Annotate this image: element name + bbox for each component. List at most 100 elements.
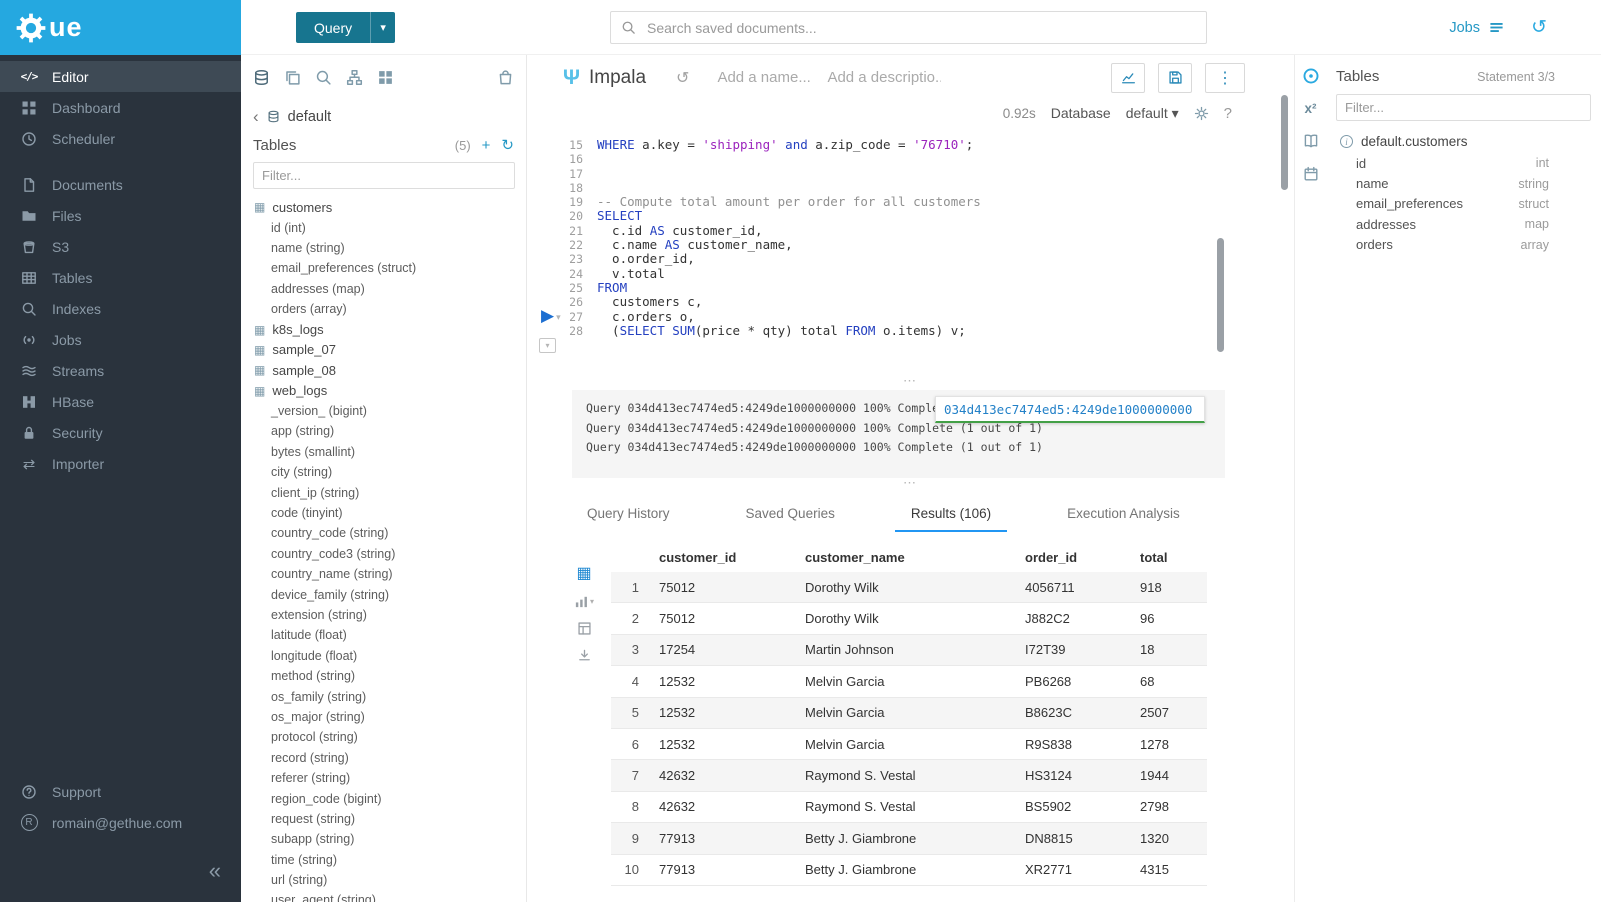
assist-table-item[interactable]: ▦sample_08 bbox=[241, 360, 526, 380]
assist-filter-input[interactable] bbox=[253, 162, 515, 189]
sitemap-source-icon[interactable] bbox=[346, 69, 363, 86]
job-id-tooltip[interactable]: 034d413ec7474ed5:4249de1000000000 bbox=[935, 396, 1205, 423]
assist-column-item[interactable]: code (tinyint) bbox=[241, 503, 526, 523]
result-column-header[interactable]: customer_name bbox=[793, 550, 1013, 565]
assist-column-item[interactable]: region_code (bigint) bbox=[241, 788, 526, 808]
add-table-icon[interactable]: + bbox=[482, 138, 491, 153]
sidebar-item-importer[interactable]: ⇄Importer bbox=[0, 448, 241, 479]
hue-logo[interactable]: ue bbox=[0, 0, 241, 55]
assist-column-item[interactable]: time (string) bbox=[241, 850, 526, 870]
assist-column-item[interactable]: protocol (string) bbox=[241, 727, 526, 747]
sidebar-item-indexes[interactable]: Indexes bbox=[0, 293, 241, 324]
assist-column-item[interactable]: addresses (map) bbox=[241, 279, 526, 299]
search-source-icon[interactable] bbox=[315, 69, 332, 86]
assist-column-item[interactable]: subapp (string) bbox=[241, 829, 526, 849]
documents-source-icon[interactable] bbox=[284, 69, 301, 86]
chart-view-icon[interactable]: ▾ bbox=[574, 594, 594, 609]
assist-table-item[interactable]: ▦web_logs bbox=[241, 381, 526, 401]
chart-button[interactable] bbox=[1111, 63, 1145, 93]
language-reference-icon[interactable] bbox=[1303, 133, 1319, 149]
sidebar-item-dashboard[interactable]: Dashboard bbox=[0, 92, 241, 123]
sidebar-item-files[interactable]: Files bbox=[0, 200, 241, 231]
help-icon[interactable]: ? bbox=[1224, 105, 1232, 122]
more-actions-button[interactable]: ⋮ bbox=[1205, 63, 1245, 93]
result-column-header[interactable]: customer_id bbox=[647, 550, 793, 565]
job-id-link[interactable]: 034d413ec7474ed5:4249de1000000000 bbox=[944, 402, 1192, 417]
assist-column-item[interactable]: request (string) bbox=[241, 809, 526, 829]
assist-column-item[interactable]: client_ip (string) bbox=[241, 482, 526, 502]
assist-column-item[interactable]: user_agent (string) bbox=[241, 890, 526, 902]
impala-docs-icon[interactable] bbox=[1302, 67, 1320, 85]
sidebar-item-s3[interactable]: S3 bbox=[0, 231, 241, 262]
databases-source-icon[interactable] bbox=[253, 69, 270, 86]
sidebar-item-documents[interactable]: Documents bbox=[0, 169, 241, 200]
assist-column-item[interactable]: orders (array) bbox=[241, 299, 526, 319]
sidebar-item-scheduler[interactable]: Scheduler bbox=[0, 123, 241, 154]
sidebar-item-streams[interactable]: Streams bbox=[0, 355, 241, 386]
bag-context-icon[interactable] bbox=[497, 69, 514, 86]
sidebar-item-user[interactable]: R romain@gethue.com bbox=[0, 807, 241, 838]
assist-column-item[interactable]: city (string) bbox=[241, 462, 526, 482]
assist-column-item[interactable]: country_code (string) bbox=[241, 523, 526, 543]
query-button-label[interactable]: Query bbox=[296, 12, 370, 43]
functions-icon[interactable]: x² bbox=[1304, 102, 1316, 116]
assist-column-item[interactable]: country_name (string) bbox=[241, 564, 526, 584]
download-results-icon[interactable] bbox=[577, 648, 592, 663]
database-name[interactable]: default bbox=[288, 109, 332, 125]
assist-column-item[interactable]: id (int) bbox=[241, 217, 526, 237]
new-query-button[interactable]: Query ▾ bbox=[296, 12, 395, 43]
statement-options-button[interactable]: ▾ bbox=[539, 338, 556, 353]
resize-grip-top[interactable]: ⋯ bbox=[527, 376, 1294, 390]
back-chevron-icon[interactable]: ‹ bbox=[253, 108, 259, 125]
main-pane-scrollbar[interactable] bbox=[1281, 95, 1288, 190]
schedule-icon[interactable] bbox=[1303, 166, 1319, 182]
query-description-input[interactable] bbox=[825, 68, 943, 87]
jobs-link[interactable]: Jobs bbox=[1449, 0, 1505, 55]
editor-scrollbar[interactable] bbox=[1217, 238, 1224, 352]
assist-table-item[interactable]: ▦customers bbox=[241, 197, 526, 217]
tab-execution-analysis[interactable]: Execution Analysis bbox=[1051, 498, 1196, 532]
sidebar-item-jobs[interactable]: Jobs bbox=[0, 324, 241, 355]
assist-column-item[interactable]: email_preferences (struct) bbox=[241, 258, 526, 278]
execute-button[interactable]: ▶ ▾ bbox=[541, 306, 561, 326]
sidebar-item-security[interactable]: Security bbox=[0, 417, 241, 448]
assist-column-item[interactable]: latitude (float) bbox=[241, 625, 526, 645]
sidebar-item-hbase[interactable]: HBase bbox=[0, 386, 241, 417]
assist-column-item[interactable]: _version_ (bigint) bbox=[241, 401, 526, 421]
sql-code-editor[interactable]: 1516171819202122232425262728 WHERE a.key… bbox=[527, 126, 1294, 376]
active-table-row[interactable]: i default.customers bbox=[1340, 134, 1591, 149]
assist-column-item[interactable]: extension (string) bbox=[241, 605, 526, 625]
tab-saved-queries[interactable]: Saved Queries bbox=[730, 498, 851, 532]
expand-results-icon[interactable] bbox=[577, 621, 592, 636]
assist-column-item[interactable]: method (string) bbox=[241, 666, 526, 686]
assist-column-item[interactable]: record (string) bbox=[241, 748, 526, 768]
assist-column-item[interactable]: longitude (float) bbox=[241, 646, 526, 666]
resize-grip-bottom[interactable]: ⋯ bbox=[527, 478, 1294, 492]
query-name-input[interactable] bbox=[715, 68, 815, 87]
assist-table-item[interactable]: ▦sample_07 bbox=[241, 340, 526, 360]
query-history-icon[interactable]: ↺ bbox=[1531, 0, 1547, 55]
assist-column-item[interactable]: url (string) bbox=[241, 870, 526, 890]
editor-history-icon[interactable]: ↺ bbox=[676, 68, 689, 88]
assist-column-item[interactable]: device_family (string) bbox=[241, 584, 526, 604]
refresh-tables-icon[interactable]: ↻ bbox=[501, 138, 514, 153]
right-column-item[interactable]: namestring bbox=[1336, 173, 1591, 193]
sidebar-item-editor[interactable]: </>Editor bbox=[0, 61, 241, 92]
right-column-item[interactable]: ordersarray bbox=[1336, 235, 1591, 255]
right-column-item[interactable]: addressesmap bbox=[1336, 214, 1591, 234]
assist-column-item[interactable]: app (string) bbox=[241, 421, 526, 441]
save-button[interactable] bbox=[1158, 63, 1192, 93]
apps-source-icon[interactable] bbox=[377, 69, 394, 86]
assist-table-item[interactable]: ▦k8s_logs bbox=[241, 319, 526, 339]
tab-query-history[interactable]: Query History bbox=[571, 498, 686, 532]
assist-column-item[interactable]: country_code3 (string) bbox=[241, 544, 526, 564]
database-selector[interactable]: default ▾ bbox=[1126, 105, 1179, 122]
settings-gear-icon[interactable] bbox=[1194, 106, 1209, 121]
sidebar-item-support[interactable]: Support bbox=[0, 776, 241, 807]
global-search-input[interactable] bbox=[645, 19, 1196, 37]
result-column-header[interactable]: total bbox=[1128, 550, 1207, 565]
query-dropdown-caret[interactable]: ▾ bbox=[370, 12, 395, 43]
tab-results-106-[interactable]: Results (106) bbox=[895, 498, 1007, 532]
right-assist-filter-input[interactable] bbox=[1336, 94, 1591, 121]
assist-column-item[interactable]: bytes (smallint) bbox=[241, 442, 526, 462]
